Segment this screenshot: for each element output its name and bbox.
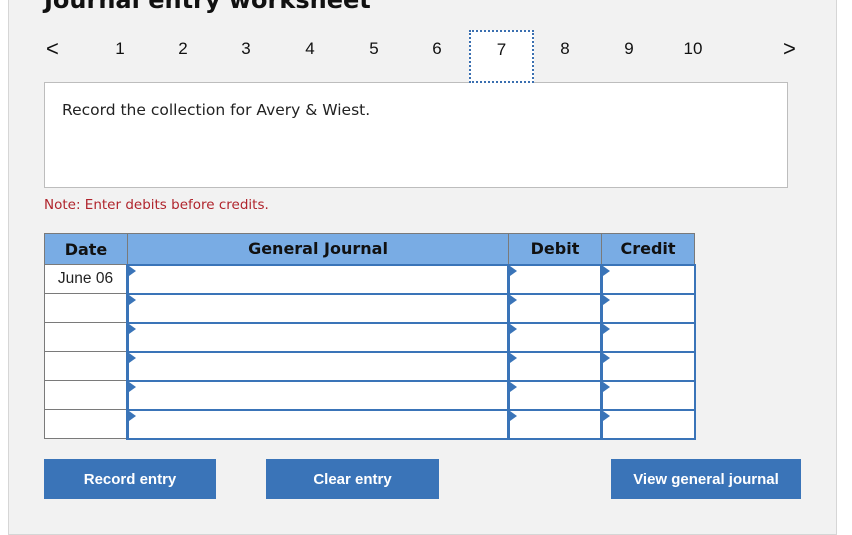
table-row: [44, 321, 696, 353]
page-8-tab[interactable]: 8: [550, 39, 580, 59]
header-date: Date: [44, 233, 128, 265]
debit-input[interactable]: [507, 408, 603, 440]
table-row: [44, 408, 696, 440]
page-1-tab[interactable]: 1: [105, 39, 135, 59]
page-7-tab[interactable]: 7: [469, 30, 534, 83]
page-2-tab[interactable]: 2: [168, 39, 198, 59]
header-credit: Credit: [601, 233, 695, 265]
debit-input[interactable]: [507, 263, 603, 295]
date-cell[interactable]: [44, 322, 128, 352]
account-input[interactable]: [126, 321, 510, 353]
page-title: Journal entry worksheet: [44, 0, 371, 14]
page-3-tab[interactable]: 3: [231, 39, 261, 59]
page-4-tab[interactable]: 4: [295, 39, 325, 59]
table-row: [44, 292, 696, 324]
table-row: [44, 350, 696, 382]
account-input[interactable]: [126, 408, 510, 440]
page-9-tab[interactable]: 9: [614, 39, 644, 59]
debit-input[interactable]: [507, 292, 603, 324]
clear-entry-button[interactable]: Clear entry: [266, 459, 439, 499]
credit-input[interactable]: [600, 379, 696, 411]
header-general-journal: General Journal: [127, 233, 509, 265]
journal-table: Date General Journal Debit Credit June 0…: [44, 233, 696, 440]
debit-input[interactable]: [507, 350, 603, 382]
date-cell[interactable]: [44, 409, 128, 439]
date-cell[interactable]: [44, 351, 128, 381]
account-input[interactable]: [126, 292, 510, 324]
credit-input[interactable]: [600, 263, 696, 295]
credit-input[interactable]: [600, 321, 696, 353]
next-page-button[interactable]: >: [783, 36, 796, 62]
prompt-text: Record the collection for Avery & Wiest.: [62, 101, 371, 119]
view-general-journal-button[interactable]: View general journal: [611, 459, 801, 499]
page-10-tab[interactable]: 10: [678, 39, 708, 59]
date-cell: June 06: [44, 264, 128, 294]
table-row: [44, 379, 696, 411]
date-cell[interactable]: [44, 380, 128, 410]
account-input[interactable]: [126, 263, 510, 295]
debit-input[interactable]: [507, 379, 603, 411]
debit-input[interactable]: [507, 321, 603, 353]
credit-input[interactable]: [600, 408, 696, 440]
account-input[interactable]: [126, 350, 510, 382]
question-prompt-box: Record the collection for Avery & Wiest.: [44, 82, 788, 188]
table-row: June 06: [44, 263, 696, 295]
record-entry-button[interactable]: Record entry: [44, 459, 216, 499]
prev-page-button[interactable]: <: [46, 36, 59, 62]
date-cell[interactable]: [44, 293, 128, 323]
credit-input[interactable]: [600, 292, 696, 324]
header-debit: Debit: [508, 233, 602, 265]
page-6-tab[interactable]: 6: [422, 39, 452, 59]
account-input[interactable]: [126, 379, 510, 411]
note-text: Note: Enter debits before credits.: [44, 197, 269, 213]
page-5-tab[interactable]: 5: [359, 39, 389, 59]
credit-input[interactable]: [600, 350, 696, 382]
